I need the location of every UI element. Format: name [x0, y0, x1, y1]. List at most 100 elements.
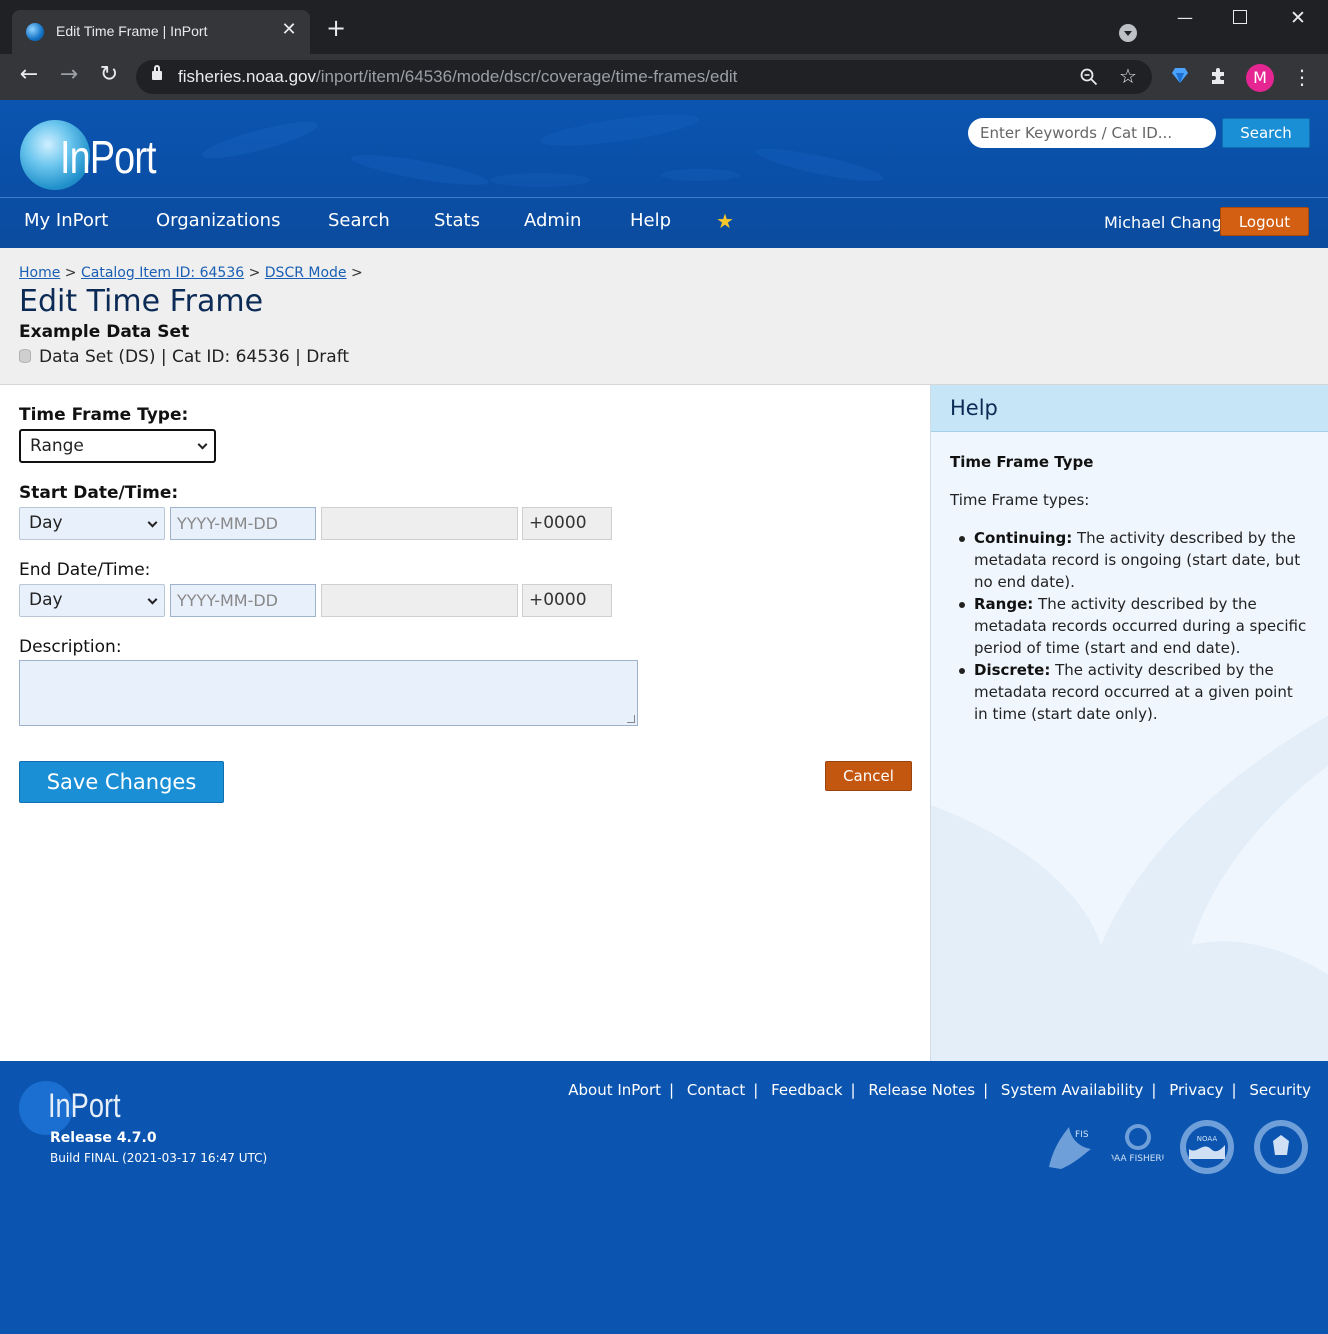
breadcrumb: Home > Catalog Item ID: 64536 > DSCR Mod…: [19, 265, 363, 281]
reload-icon[interactable]: ↻: [96, 64, 122, 86]
noaa-seal-icon[interactable]: NOAA: [1179, 1119, 1235, 1175]
start-granularity-select[interactable]: Day: [19, 507, 165, 540]
link-separator: |: [753, 1081, 759, 1099]
svg-text:NOAA: NOAA: [1197, 1135, 1218, 1143]
tab-title: Edit Time Frame | InPort: [56, 23, 208, 39]
item-meta-text: Data Set (DS) | Cat ID: 64536 | Draft: [39, 347, 350, 367]
end-time-input[interactable]: [321, 584, 518, 617]
nav-organizations[interactable]: Organizations: [156, 210, 280, 231]
footer-logo[interactable]: InPort: [48, 1087, 121, 1126]
zoom-icon[interactable]: [1080, 68, 1098, 86]
breadcrumb-separator: >: [64, 265, 77, 281]
header-fish-texture: [201, 114, 884, 187]
globe-favicon-icon: [26, 23, 44, 41]
start-date-input[interactable]: YYYY-MM-DD: [170, 507, 316, 540]
svg-text:FIS: FIS: [1075, 1130, 1089, 1140]
lock-icon: [152, 65, 162, 80]
help-item-continuing: Continuing: The activity described by th…: [950, 527, 1310, 593]
footer-link-about[interactable]: About InPort: [568, 1081, 661, 1099]
page-title: Edit Time Frame: [19, 284, 264, 319]
time-frame-type-label: Time Frame Type:: [19, 405, 189, 425]
help-header: Help: [931, 385, 1328, 432]
help-subtitle: Time Frame Type: [950, 453, 1094, 471]
maximize-icon[interactable]: [1233, 10, 1247, 24]
link-separator: |: [850, 1081, 856, 1099]
footer-link-feedback[interactable]: Feedback: [771, 1081, 842, 1099]
noaa-fisheries-seal-icon[interactable]: NOAA FISHERIES: [1110, 1119, 1166, 1175]
breadcrumb-home[interactable]: Home: [19, 265, 60, 281]
end-date-input[interactable]: YYYY-MM-DD: [170, 584, 316, 617]
nav-my-inport[interactable]: My InPort: [24, 210, 108, 231]
item-meta: Data Set (DS) | Cat ID: 64536 | Draft: [19, 347, 349, 367]
nav-search[interactable]: Search: [328, 210, 390, 231]
save-changes-button[interactable]: Save Changes: [19, 761, 224, 803]
department-of-commerce-seal-icon[interactable]: [1253, 1119, 1309, 1175]
browser-tab-active[interactable]: Edit Time Frame | InPort ✕: [12, 10, 310, 54]
browser-toolbar: ← → ↻ fisheries.noaa.gov/inport/item/645…: [0, 54, 1328, 100]
end-granularity-value: Day: [29, 590, 63, 610]
end-granularity-select[interactable]: Day: [19, 584, 165, 617]
tab-search-icon[interactable]: [1119, 24, 1137, 42]
address-bar[interactable]: fisheries.noaa.gov/inport/item/64536/mod…: [136, 60, 1152, 94]
help-panel: Help Time Frame Type Time Frame types: C…: [930, 385, 1328, 1061]
search-button[interactable]: Search: [1222, 118, 1310, 148]
description-textarea[interactable]: [19, 660, 638, 726]
cancel-button[interactable]: Cancel: [825, 761, 912, 791]
close-tab-icon[interactable]: ✕: [278, 19, 300, 41]
user-name[interactable]: Michael Chang: [1104, 213, 1222, 232]
svg-text:NOAA FISHERIES: NOAA FISHERIES: [1110, 1154, 1166, 1164]
footer-links: About InPort | Contact | Feedback | Release…: [568, 1081, 1311, 1099]
forward-arrow-icon[interactable]: →: [56, 64, 82, 86]
new-tab-icon[interactable]: +: [326, 16, 346, 40]
help-item-discrete: Discrete: The activity described by the …: [950, 659, 1310, 725]
edit-form: Time Frame Type: Range Start Date/Time: …: [0, 385, 930, 1061]
start-time-input[interactable]: [321, 507, 518, 540]
profile-avatar[interactable]: M: [1246, 64, 1274, 92]
end-timezone-input[interactable]: +0000: [522, 584, 612, 617]
time-frame-type-select[interactable]: Range: [19, 429, 216, 463]
start-timezone-input[interactable]: +0000: [522, 507, 612, 540]
url-text: fisheries.noaa.gov/inport/item/64536/mod…: [178, 67, 738, 86]
page-header: Home > Catalog Item ID: 64536 > DSCR Mod…: [0, 248, 1328, 385]
chevron-down-icon: [147, 594, 158, 605]
keyword-search-input[interactable]: [968, 118, 1216, 148]
minimize-icon[interactable]: —: [1177, 8, 1193, 27]
close-window-icon[interactable]: ✕: [1290, 7, 1306, 29]
extensions-puzzle-icon[interactable]: [1209, 66, 1229, 86]
bookmark-star-icon[interactable]: ☆: [1119, 64, 1137, 88]
help-item-range: Range: The activity described by the met…: [950, 593, 1310, 659]
nav-help[interactable]: Help: [630, 210, 671, 231]
end-date-label: End Date/Time:: [19, 560, 151, 580]
resize-grip-icon[interactable]: [627, 715, 635, 723]
app-window: Edit Time Frame | InPort ✕ + — ✕ ← → ↻ f…: [0, 0, 1328, 1334]
start-date-label: Start Date/Time:: [19, 483, 179, 503]
footer-link-release-notes[interactable]: Release Notes: [868, 1081, 975, 1099]
database-icon: [19, 349, 31, 363]
favorites-star-icon[interactable]: ★: [716, 209, 734, 233]
footer-link-security[interactable]: Security: [1249, 1081, 1311, 1099]
time-frame-type-value: Range: [30, 436, 84, 456]
help-title: Help: [950, 396, 998, 420]
footer-link-contact[interactable]: Contact: [687, 1081, 745, 1099]
logo-text: InPort: [60, 131, 157, 183]
start-granularity-value: Day: [29, 513, 63, 533]
nav-admin[interactable]: Admin: [524, 210, 581, 231]
breadcrumb-separator: >: [351, 265, 363, 281]
fis-seal-icon[interactable]: FIS: [1039, 1119, 1095, 1175]
nav-stats[interactable]: Stats: [434, 210, 480, 231]
build-info: Build FINAL (2021-03-17 16:47 UTC): [50, 1151, 268, 1165]
bird-watermark-icon: [931, 715, 1328, 1061]
site-header: InPort Search My InPort Organizations Se…: [0, 100, 1328, 248]
chevron-down-icon: [147, 517, 158, 528]
extension-gem-icon[interactable]: [1171, 66, 1189, 84]
inport-logo[interactable]: InPort: [20, 120, 180, 192]
back-arrow-icon[interactable]: ←: [16, 64, 42, 86]
logout-button[interactable]: Logout: [1220, 207, 1309, 236]
release-version: Release 4.7.0: [50, 1130, 157, 1146]
breadcrumb-catalog-item[interactable]: Catalog Item ID: 64536: [81, 265, 244, 281]
footer-link-system-availability[interactable]: System Availability: [1001, 1081, 1143, 1099]
footer-link-privacy[interactable]: Privacy: [1169, 1081, 1223, 1099]
breadcrumb-dscr-mode[interactable]: DSCR Mode: [265, 265, 347, 281]
browser-menu-icon[interactable]: ⋮: [1292, 64, 1312, 90]
description-label: Description:: [19, 637, 122, 657]
